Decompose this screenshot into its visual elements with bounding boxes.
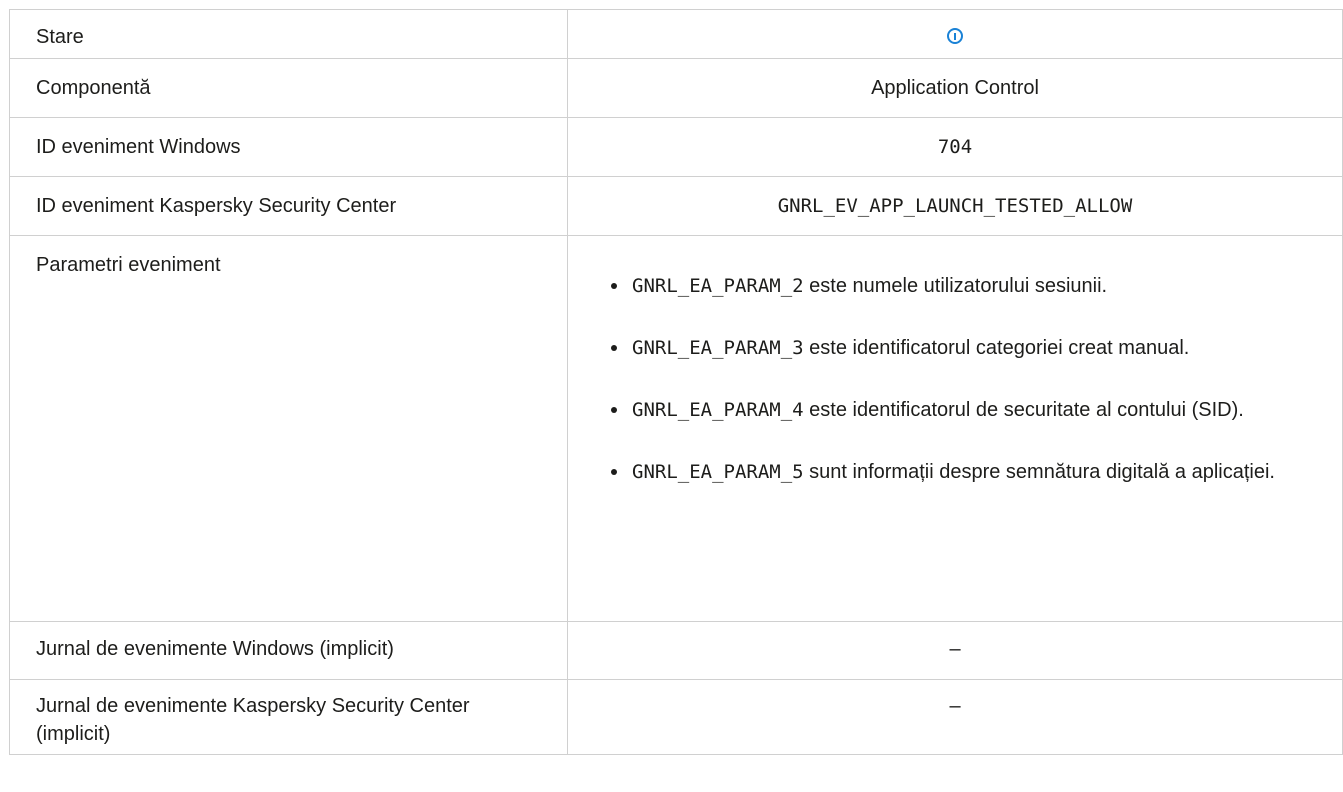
row-value: – <box>567 621 1343 680</box>
parameter-code: GNRL_EA_PARAM_2 <box>632 275 804 297</box>
row-value: GNRL_EV_APP_LAUNCH_TESTED_ALLOW <box>567 176 1343 236</box>
list-item: GNRL_EA_PARAM_5 sunt informații despre s… <box>602 456 1322 488</box>
parameter-description: este identificatorul de securitate al co… <box>809 399 1244 421</box>
parameter-list: GNRL_EA_PARAM_2 este numele utilizatorul… <box>602 270 1322 488</box>
table-row-status: Stare <box>9 9 1343 59</box>
list-item: GNRL_EA_PARAM_3 este identificatorul cat… <box>602 332 1322 364</box>
row-label: Jurnal de evenimente Kaspersky Security … <box>9 679 568 755</box>
row-label: Componentă <box>9 58 568 118</box>
row-label: Jurnal de evenimente Windows (implicit) <box>9 621 568 680</box>
table-row-ksc-log: Jurnal de evenimente Kaspersky Security … <box>9 679 1343 755</box>
row-label: Stare <box>9 9 568 59</box>
parameter-description: este numele utilizatorului sesiunii. <box>809 275 1108 297</box>
table-row-windows-log: Jurnal de evenimente Windows (implicit) … <box>9 621 1343 680</box>
row-value: GNRL_EA_PARAM_2 este numele utilizatorul… <box>567 235 1343 622</box>
row-value: 704 <box>567 117 1343 177</box>
table-row-ksc-event-id: ID eveniment Kaspersky Security Center G… <box>9 176 1343 236</box>
list-item: GNRL_EA_PARAM_4 este identificatorul de … <box>602 394 1322 426</box>
table-row-windows-event-id: ID eveniment Windows 704 <box>9 117 1343 177</box>
parameter-code: GNRL_EA_PARAM_4 <box>632 399 804 421</box>
table-row-event-parameters: Parametri eveniment GNRL_EA_PARAM_2 este… <box>9 235 1343 622</box>
row-value <box>567 9 1343 59</box>
parameter-description: este identificatorul categoriei creat ma… <box>809 337 1190 359</box>
parameter-code: GNRL_EA_PARAM_5 <box>632 461 804 483</box>
parameter-description: sunt informații despre semnătura digital… <box>809 461 1275 483</box>
event-properties-table: Stare Componentă Application Control ID … <box>9 9 1343 755</box>
list-item: GNRL_EA_PARAM_2 este numele utilizatorul… <box>602 270 1322 302</box>
info-icon <box>947 28 963 45</box>
table-row-component: Componentă Application Control <box>9 58 1343 118</box>
row-value: Application Control <box>567 58 1343 118</box>
row-label: ID eveniment Kaspersky Security Center <box>9 176 568 236</box>
row-label: Parametri eveniment <box>9 235 568 622</box>
row-value: – <box>567 679 1343 755</box>
parameter-code: GNRL_EA_PARAM_3 <box>632 337 804 359</box>
row-label: ID eveniment Windows <box>9 117 568 177</box>
